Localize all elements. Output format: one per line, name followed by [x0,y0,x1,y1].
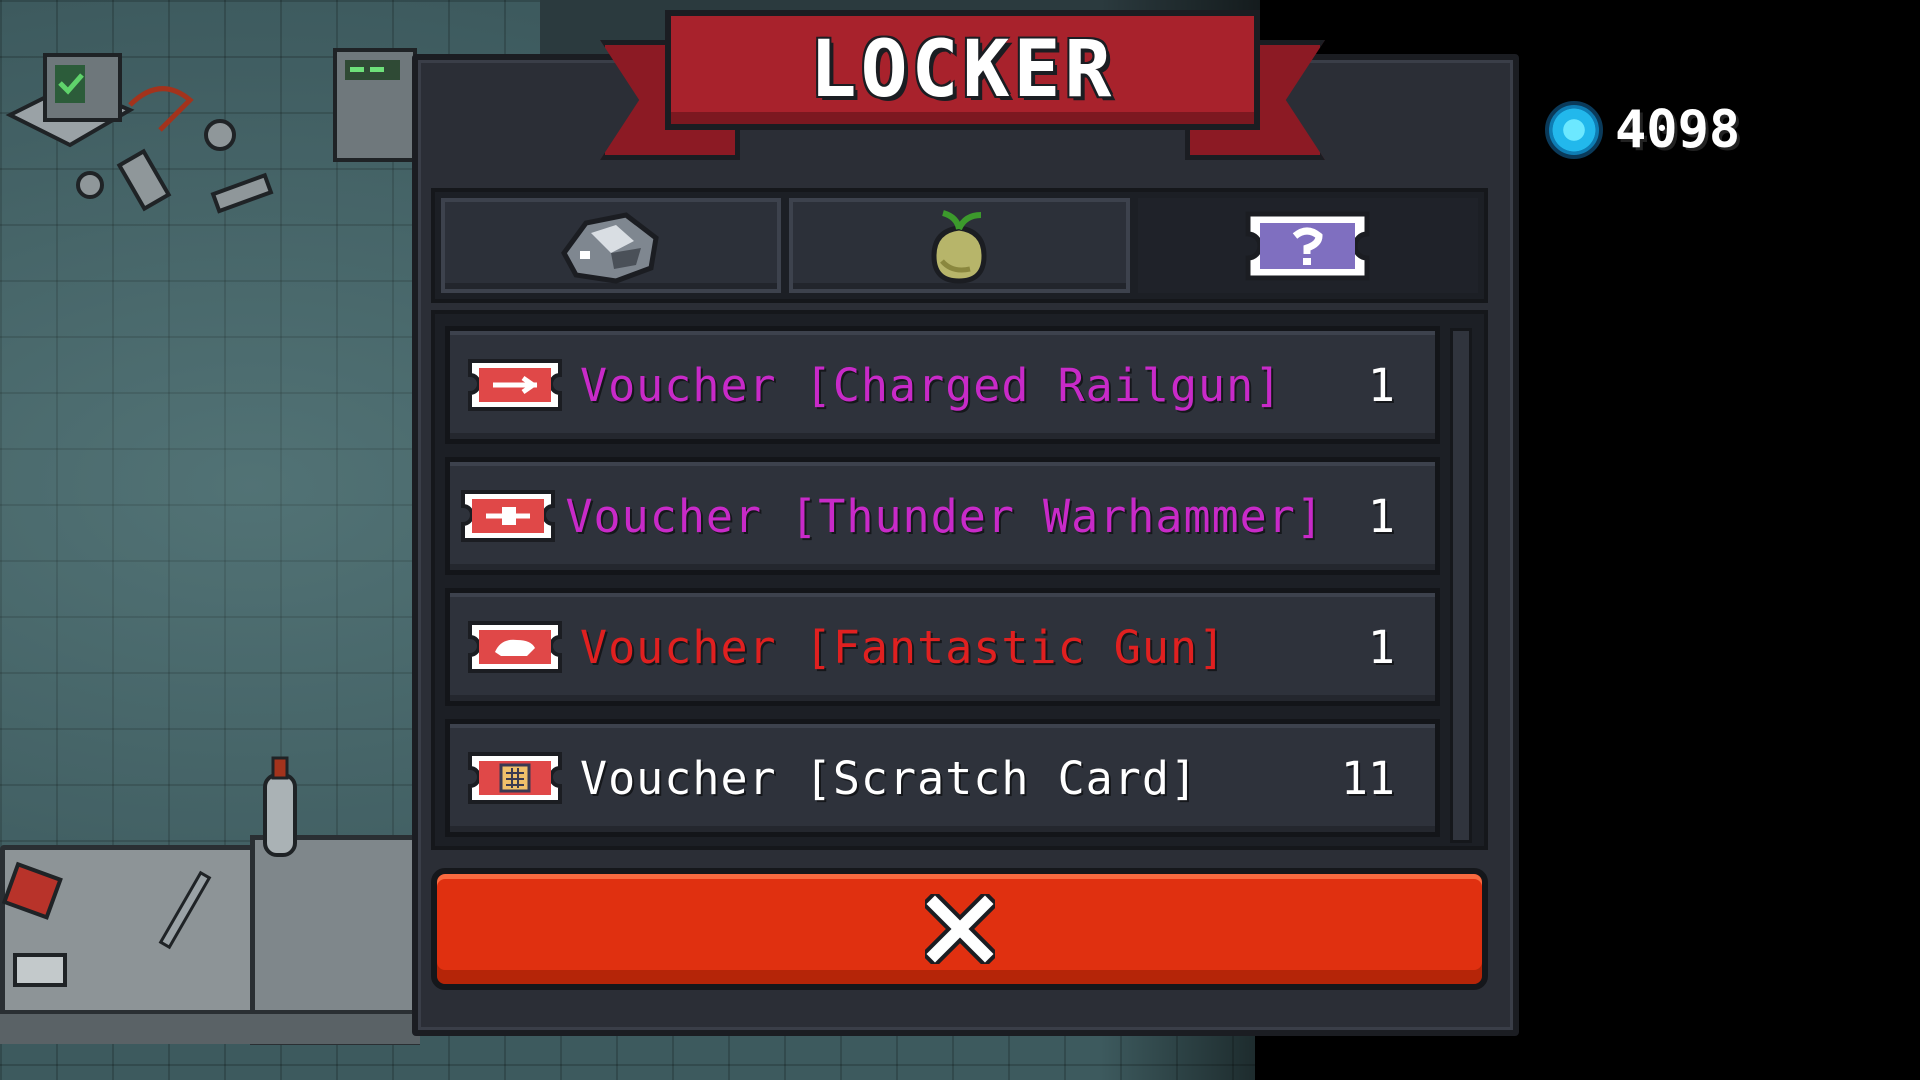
item-name: Voucher [Fantastic Gun] [580,620,1227,674]
blue-gem-icon [1545,101,1603,159]
voucher-ticket-icon [468,359,562,411]
item-count: 1 [1367,358,1395,412]
seed-pouch-icon [931,209,987,284]
item-name: Voucher [Scratch Card] [580,751,1199,805]
ore-icon [561,212,659,284]
list-item[interactable]: Voucher [Scratch Card] 11 [445,719,1440,837]
item-count: 1 [1367,620,1395,674]
computer-terminal-icon [5,53,274,214]
item-name: Voucher [Thunder Warhammer] [565,489,1324,543]
tools-on-bench-icon [1,861,212,987]
voucher-list: Voucher [Charged Railgun] 1 Voucher [Thu… [431,310,1488,850]
voucher-ticket-icon [1245,211,1370,280]
voucher-ticket-icon [460,490,555,542]
item-count: 11 [1340,751,1395,805]
currency-display: 4098 [1545,95,1740,165]
category-tabs [431,188,1488,303]
machine-prop-icon [333,48,417,162]
list-item[interactable]: Voucher [Fantastic Gun] 1 [445,588,1440,706]
close-icon [924,894,995,964]
gas-cylinder-icon [263,756,297,857]
banner-plate: LOCKER [665,10,1260,130]
page-title: LOCKER [809,25,1116,115]
tab-vouchers[interactable] [1137,198,1478,293]
locker-title-banner: LOCKER [600,10,1325,160]
item-count: 1 [1367,489,1395,543]
list-item[interactable]: Voucher [Thunder Warhammer] 1 [445,457,1440,575]
workbench-edge [0,1010,420,1044]
voucher-ticket-icon [468,621,562,673]
tab-seeds[interactable] [789,198,1130,293]
item-name: Voucher [Charged Railgun] [580,358,1283,412]
list-scrollbar[interactable] [1450,328,1472,843]
tab-materials[interactable] [441,198,782,293]
currency-value: 4098 [1615,100,1741,160]
voucher-ticket-icon [468,752,562,804]
list-item[interactable]: Voucher [Charged Railgun] 1 [445,326,1440,444]
close-button[interactable] [431,868,1488,990]
